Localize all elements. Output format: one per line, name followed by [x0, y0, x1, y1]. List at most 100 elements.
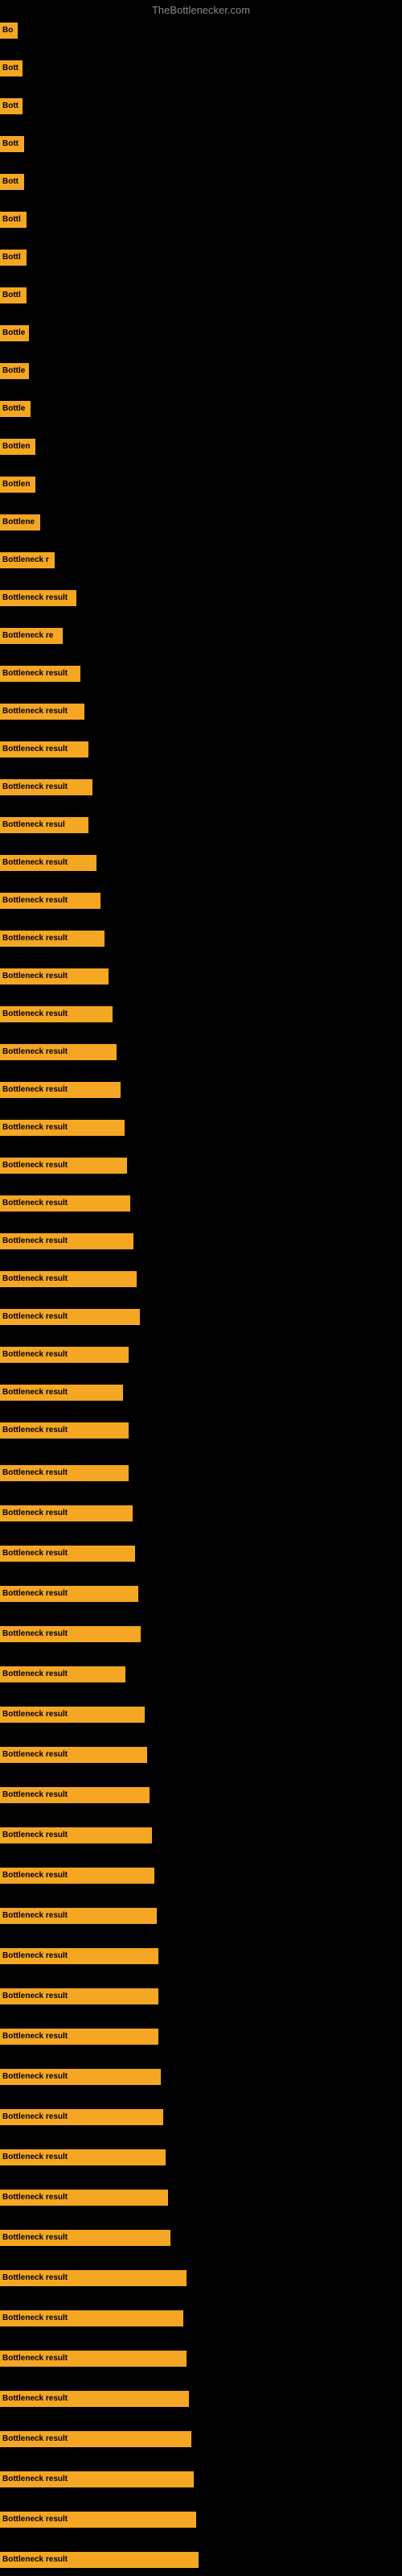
bar-row: Bottleneck r — [0, 552, 55, 568]
bottleneck-result-bar: Bottleneck result — [0, 2190, 168, 2206]
bottleneck-result-bar: Bottle — [0, 363, 29, 379]
bottleneck-result-bar: Bottleneck result — [0, 2552, 199, 2568]
bottleneck-result-bar: Bottleneck result — [0, 1044, 117, 1060]
bottleneck-result-bar: Bottleneck result — [0, 1586, 138, 1602]
bottleneck-result-bar: Bottleneck result — [0, 666, 80, 682]
bottleneck-result-bar: Bottleneck result — [0, 1948, 158, 1964]
bar-row: Bottleneck result — [0, 2552, 199, 2568]
bar-row: Bottleneck result — [0, 1586, 138, 1602]
bar-row: Bottleneck result — [0, 1309, 140, 1325]
bottleneck-result-bar: Bottleneck result — [0, 1707, 145, 1723]
bar-row: Bottleneck result — [0, 2029, 158, 2045]
bar-row: Bottleneck result — [0, 2431, 191, 2447]
bar-row: Bottleneck result — [0, 1546, 135, 1562]
bar-row: Bottleneck result — [0, 2351, 187, 2367]
bar-row: Bottleneck result — [0, 1827, 152, 1843]
bottleneck-result-bar: Bott — [0, 98, 23, 114]
bar-row: Bo — [0, 23, 18, 39]
bar-row: Bottleneck result — [0, 855, 96, 871]
bottleneck-result-bar: Bottleneck result — [0, 2270, 187, 2286]
bar-row: Bottleneck result — [0, 1626, 141, 1642]
bottleneck-result-bar: Bottleneck result — [0, 1195, 130, 1212]
bar-row: Bottleneck result — [0, 1233, 133, 1249]
bar-row: Bottleneck result — [0, 1787, 150, 1803]
bottleneck-result-bar: Bottleneck result — [0, 968, 109, 985]
bottleneck-result-bar: Bottleneck result — [0, 2431, 191, 2447]
bar-row: Bottleneck result — [0, 2190, 168, 2206]
bar-row: Bottl — [0, 287, 27, 303]
bar-row: Bottleneck re — [0, 628, 63, 644]
bottleneck-result-bar: Bott — [0, 136, 24, 152]
bar-row: Bottlen — [0, 439, 35, 455]
bottleneck-result-bar: Bottleneck result — [0, 590, 76, 606]
bottleneck-result-bar: Bottleneck result — [0, 1546, 135, 1562]
bottleneck-result-bar: Bottleneck result — [0, 704, 84, 720]
bottleneck-result-bar: Bo — [0, 23, 18, 39]
bottleneck-result-bar: Bottl — [0, 250, 27, 266]
bottleneck-result-bar: Bottleneck result — [0, 1465, 129, 1481]
bottleneck-result-bar: Bottleneck result — [0, 1505, 133, 1521]
bar-row: Bottleneck result — [0, 1082, 121, 1098]
bottleneck-result-bar: Bottleneck result — [0, 1158, 127, 1174]
bottleneck-result-bar: Bott — [0, 60, 23, 76]
bottleneck-result-bar: Bottleneck result — [0, 855, 96, 871]
bottleneck-result-bar: Bottleneck result — [0, 1827, 152, 1843]
bar-row: Bottleneck result — [0, 2391, 189, 2407]
bar-row: Bottleneck result — [0, 741, 88, 758]
bar-row: Bottleneck result — [0, 1707, 145, 1723]
bottleneck-result-bar: Bottleneck result — [0, 1626, 141, 1642]
bar-row: Bottleneck result — [0, 2230, 170, 2246]
bar-row: Bottl — [0, 250, 27, 266]
bar-row: Bottleneck result — [0, 1271, 137, 1287]
bar-row: Bott — [0, 136, 24, 152]
bar-row: Bottleneck result — [0, 1505, 133, 1521]
bar-row: Bottleneck result — [0, 1158, 127, 1174]
bar-row: Bottleneck result — [0, 2512, 196, 2528]
bottleneck-result-bar: Bott — [0, 174, 24, 190]
bar-row: Bottleneck result — [0, 1347, 129, 1363]
bar-row: Bott — [0, 60, 23, 76]
bottleneck-result-bar: Bottle — [0, 401, 31, 417]
bottleneck-result-bar: Bottleneck resul — [0, 817, 88, 833]
bottleneck-result-bar: Bottleneck result — [0, 1347, 129, 1363]
bottleneck-result-bar: Bottleneck result — [0, 2310, 183, 2326]
bottleneck-result-bar: Bottleneck result — [0, 2351, 187, 2367]
site-title: TheBottlenecker.com — [152, 4, 250, 16]
bottleneck-result-bar: Bottleneck re — [0, 628, 63, 644]
bottleneck-result-bar: Bottleneck result — [0, 1422, 129, 1439]
bottleneck-result-bar: Bottleneck result — [0, 1868, 154, 1884]
bottleneck-result-bar: Bottleneck result — [0, 1908, 157, 1924]
bar-row: Bott — [0, 98, 23, 114]
bar-row: Bottleneck result — [0, 1908, 157, 1924]
bar-row: Bottle — [0, 401, 31, 417]
bar-row: Bottleneck result — [0, 1120, 125, 1136]
bar-row: Bottleneck result — [0, 968, 109, 985]
bar-row: Bottleneck result — [0, 1195, 130, 1212]
bar-row: Bottle — [0, 325, 29, 341]
bottleneck-result-bar: Bottleneck result — [0, 1006, 113, 1022]
bar-row: Bottleneck result — [0, 1006, 113, 1022]
bar-row: Bottleneck result — [0, 1465, 129, 1481]
bottleneck-result-bar: Bottl — [0, 287, 27, 303]
bar-row: Bottleneck resul — [0, 817, 88, 833]
bottleneck-result-bar: Bottleneck result — [0, 779, 92, 795]
bar-row: Bottleneck result — [0, 2149, 166, 2165]
bottleneck-result-bar: Bottleneck result — [0, 1666, 125, 1682]
bottleneck-result-bar: Bottleneck result — [0, 1385, 123, 1401]
bar-row: Bottleneck result — [0, 2069, 161, 2085]
bar-row: Bottleneck result — [0, 2270, 187, 2286]
bar-row: Bottlene — [0, 514, 40, 530]
bar-row: Bottleneck result — [0, 1868, 154, 1884]
bottleneck-result-bar: Bottleneck result — [0, 2512, 196, 2528]
bar-row: Bottle — [0, 363, 29, 379]
bottleneck-result-bar: Bottleneck result — [0, 1271, 137, 1287]
bottleneck-result-bar: Bottleneck result — [0, 2230, 170, 2246]
bottleneck-result-bar: Bottleneck result — [0, 1233, 133, 1249]
bar-row: Bottleneck result — [0, 1666, 125, 1682]
bar-row: Bottleneck result — [0, 1385, 123, 1401]
bottleneck-result-bar: Bottlen — [0, 477, 35, 493]
bar-row: Bottl — [0, 212, 27, 228]
bottleneck-result-bar: Bottleneck result — [0, 1747, 147, 1763]
bar-row: Bott — [0, 174, 24, 190]
bottleneck-result-bar: Bottleneck result — [0, 1988, 158, 2004]
